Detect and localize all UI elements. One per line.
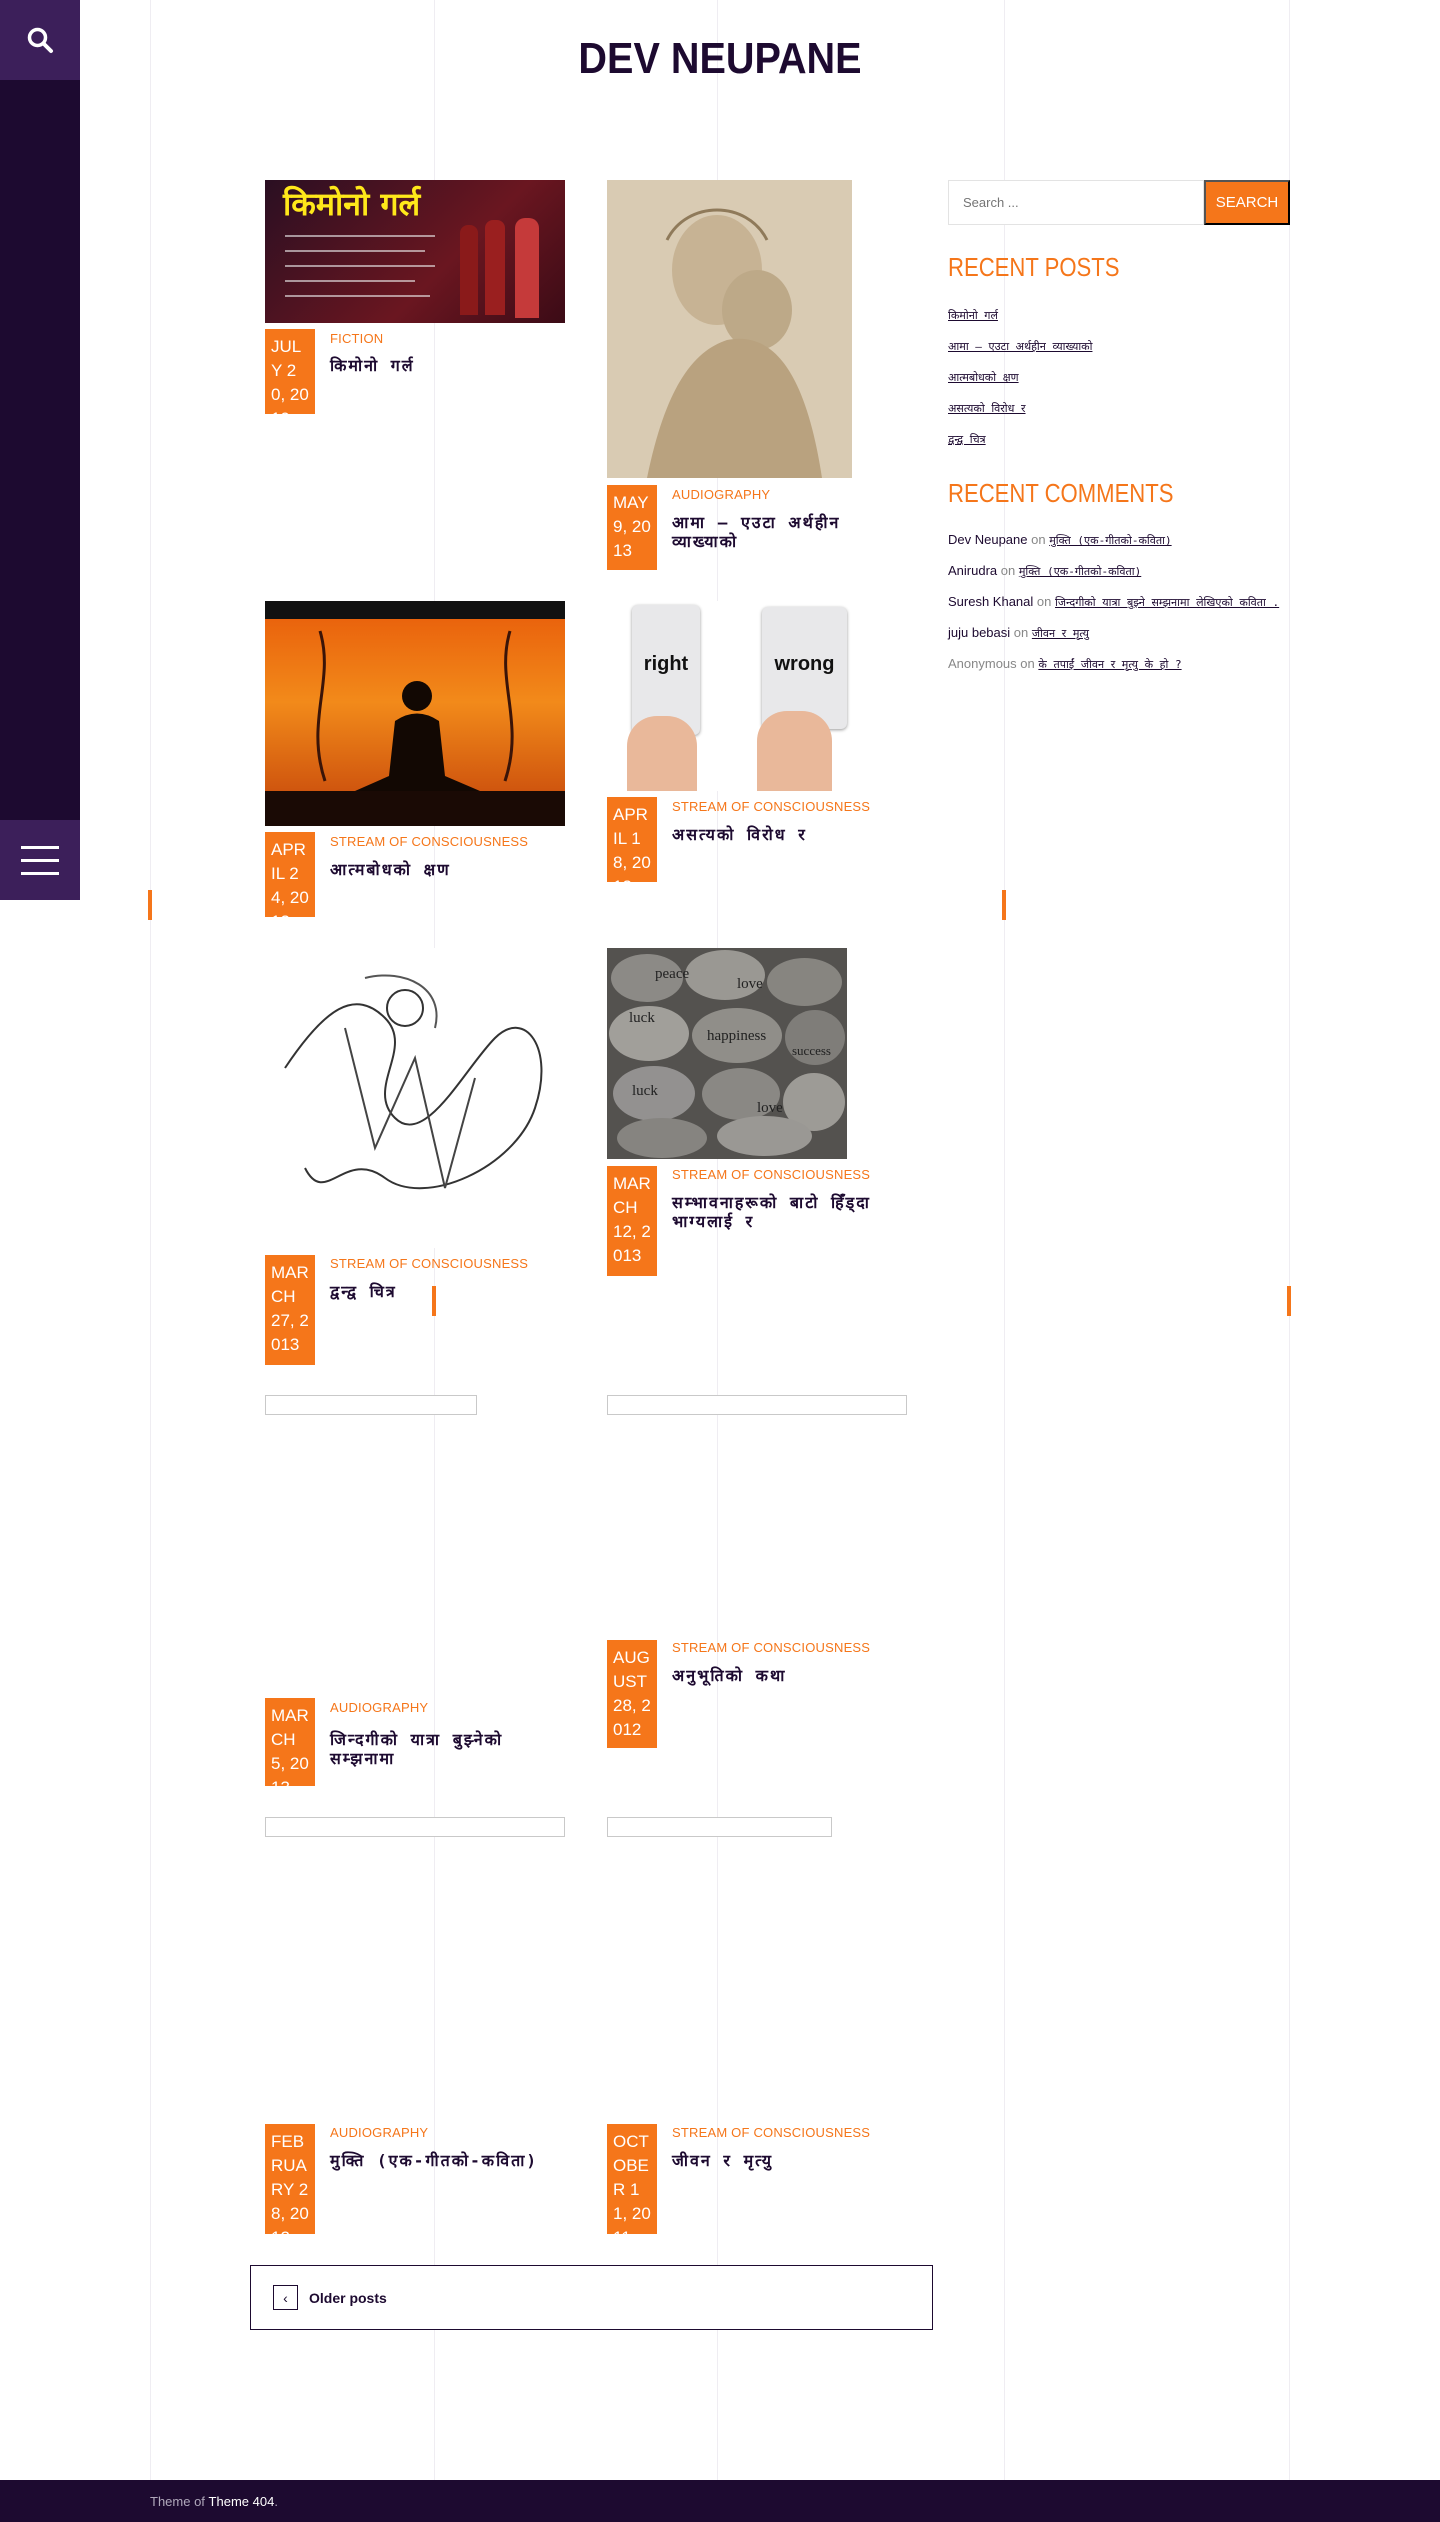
post-title[interactable]: किमोनो गर्ल [330, 356, 560, 375]
thumbnail-title: किमोनो गर्ल [283, 185, 421, 223]
recent-post-link[interactable]: किमोनो गर्ल [948, 308, 998, 323]
comment-post-link[interactable]: जीवन र मृत्यु [1032, 627, 1089, 640]
broken-image-icon[interactable] [607, 1395, 907, 1415]
grid-line [1289, 0, 1290, 2480]
older-posts-link[interactable]: ‹ Older posts [250, 2265, 933, 2330]
comment-post-link[interactable]: जिन्दगीको यात्रा बुझ्ने सम्झनामा लेखिएको… [1055, 596, 1279, 609]
search-input[interactable] [948, 180, 1204, 225]
post-category[interactable]: AUDIOGRAPHY [330, 2125, 428, 2140]
post-date[interactable]: OCTOBER 11, 2011 [607, 2124, 657, 2247]
broken-image-icon[interactable] [265, 1817, 565, 1837]
post-title[interactable]: सम्भावनाहरूको बाटो हिँड्दा भाग्यलाई र [672, 1193, 902, 1231]
left-sidebar [0, 0, 80, 900]
grid-line [150, 0, 151, 2480]
broken-image-icon[interactable] [265, 1395, 477, 1415]
card-text: right [643, 653, 689, 675]
post-date[interactable]: MARCH 12, 2013 [607, 1166, 657, 1276]
post-category[interactable]: STREAM OF CONSCIOUSNESS [330, 1256, 528, 1271]
post-category[interactable]: STREAM OF CONSCIOUSNESS [672, 1167, 870, 1182]
recent-comment: Anirudra on मुक्ति (एक-गीतको-कविता) [948, 563, 1142, 578]
post-category[interactable]: STREAM OF CONSCIOUSNESS [672, 1640, 870, 1655]
post-title[interactable]: मुक्ति (एक-गीतको-कविता) [330, 2151, 560, 2170]
older-posts-label: Older posts [309, 2289, 387, 2306]
post-category[interactable]: AUDIOGRAPHY [330, 1700, 428, 1715]
post-date[interactable]: APRIL 24, 2013 [265, 832, 315, 931]
post-title[interactable]: आमा – एउटा अर्थहीन व्याख्याको [672, 513, 902, 551]
post-title[interactable]: अनुभूतिको कथा [672, 1666, 902, 1685]
search-button[interactable]: Search [1204, 180, 1290, 225]
post-category[interactable]: STREAM OF CONSCIOUSNESS [672, 2125, 870, 2140]
post-category[interactable]: STREAM OF CONSCIOUSNESS [330, 834, 528, 849]
post-category[interactable]: FICTION [330, 331, 383, 346]
broken-image-icon[interactable] [607, 1817, 832, 1837]
comment-post-link[interactable]: के तपाईं जीवन र मृत्यु के हो ? [1038, 658, 1181, 671]
post-title[interactable]: आत्मबोधको क्षण [330, 860, 560, 879]
post-category[interactable]: AUDIOGRAPHY [672, 487, 770, 502]
comment-author-link[interactable]: Suresh Khanal [948, 594, 1033, 609]
footer-prefix: Theme of [150, 2493, 205, 2509]
comment-post-link[interactable]: मुक्ति (एक-गीतको-कविता) [1019, 565, 1141, 578]
menu-toggle-button[interactable] [0, 820, 80, 900]
recent-comment: Dev Neupane on मुक्ति (एक-गीतको-कविता) [948, 532, 1172, 547]
post-thumbnail[interactable] [265, 948, 565, 1248]
post-date[interactable]: MARCH 5, 2013 [265, 1698, 315, 1797]
comment-post-link[interactable]: मुक्ति (एक-गीतको-कविता) [1049, 534, 1171, 547]
post-date[interactable]: FEBRUARY 28, 2012 [265, 2124, 315, 2247]
search-toggle-button[interactable] [0, 0, 80, 80]
post-title[interactable]: जीवन र मृत्यु [672, 2151, 902, 2170]
post-date[interactable]: JULY 20, 2019 [265, 329, 315, 428]
recent-comment: juju bebasi on जीवन र मृत्यु [948, 625, 1089, 640]
post-date[interactable]: AUGUST 28, 2012 [607, 1640, 657, 1748]
post-title[interactable]: जिन्दगीको यात्रा बुझ्नेको सम्झनामा [330, 1730, 560, 1768]
post-thumbnail[interactable]: peace love luck happiness success luck l… [607, 948, 847, 1159]
comment-author-link[interactable]: Anirudra [948, 563, 997, 578]
footer-theme-link[interactable]: Theme 404 [209, 2494, 275, 2509]
recent-post-link[interactable]: असत्यको विरोध र [948, 401, 1026, 416]
recent-comment: Anonymous on के तपाईं जीवन र मृत्यु के ह… [948, 656, 1182, 671]
post-thumbnail[interactable] [265, 601, 565, 826]
recent-post-link[interactable]: आमा – एउटा अर्थहीन व्याख्याको [948, 339, 1092, 354]
site-footer: Theme of Theme 404. [0, 2480, 1440, 2522]
post-date[interactable]: APRIL 18, 2013 [607, 797, 657, 896]
accent-tick [1002, 890, 1006, 920]
post-date[interactable]: MARCH 27, 2013 [265, 1255, 315, 1365]
line-drawing [284, 974, 543, 1190]
chevron-left-icon: ‹ [273, 2285, 298, 2310]
recent-post-link[interactable]: आत्मबोधको क्षण [948, 370, 1019, 385]
sketch-illustration [647, 208, 822, 478]
hamburger-icon [21, 845, 59, 849]
post-category[interactable]: STREAM OF CONSCIOUSNESS [672, 799, 870, 814]
comment-author-link[interactable]: juju bebasi [948, 625, 1010, 640]
comment-author-link[interactable]: Dev Neupane [948, 532, 1028, 547]
post-date[interactable]: MAY 9, 2013 [607, 485, 657, 570]
site-title[interactable]: DEV NEUPANE [72, 34, 1368, 84]
accent-tick [148, 890, 152, 920]
post-thumbnail[interactable]: किमोनो गर्ल [265, 180, 565, 323]
recent-comment: Suresh Khanal on जिन्दगीको यात्रा बुझ्ने… [948, 594, 1280, 609]
recent-post-link[interactable]: द्वन्द्व चित्र [948, 432, 986, 447]
post-thumbnail[interactable]: right wrong [607, 601, 862, 791]
card-text: wrong [774, 653, 835, 675]
search-icon [27, 27, 53, 53]
recent-comments-heading: RECENT COMMENTS [948, 478, 1174, 508]
accent-tick [1287, 1286, 1291, 1316]
post-title[interactable]: द्वन्द्व चित्र [330, 1282, 560, 1301]
post-title[interactable]: असत्यको विरोध र [672, 825, 902, 844]
meditation-silhouette [265, 601, 565, 826]
recent-posts-heading: RECENT POSTS [948, 252, 1120, 282]
post-thumbnail[interactable] [607, 180, 852, 478]
comment-author: Anonymous [948, 656, 1017, 671]
